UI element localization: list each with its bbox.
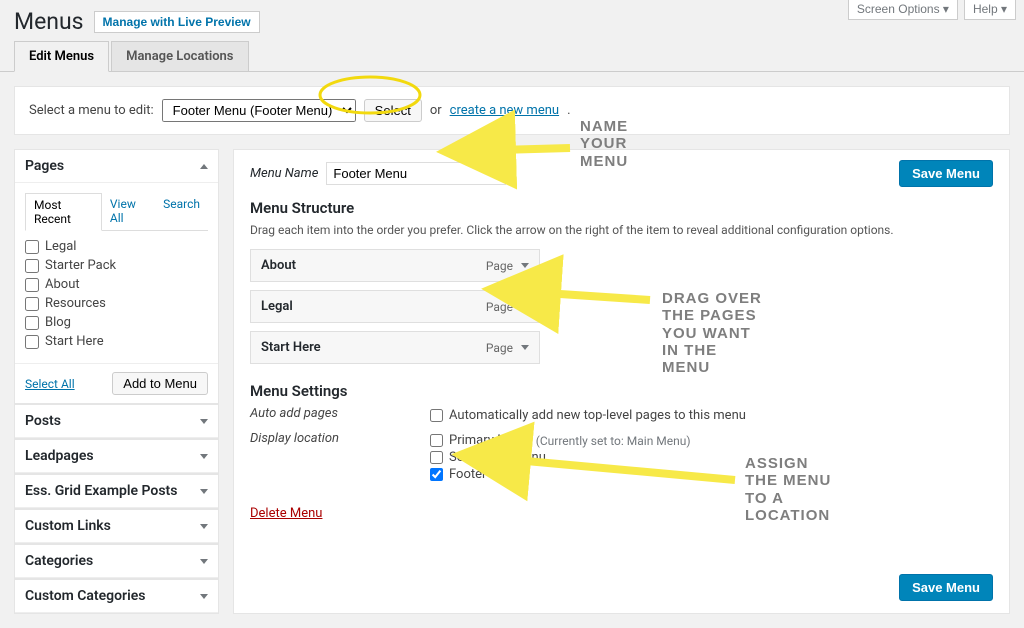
save-menu-button-top[interactable]: Save Menu — [899, 160, 993, 187]
menu-item-type: Page — [486, 259, 513, 273]
menu-item-title: About — [261, 258, 296, 273]
page-item: Starter Pack — [25, 258, 208, 273]
manage-live-preview-button[interactable]: Manage with Live Preview — [94, 11, 260, 33]
accordion-header[interactable]: Categories — [15, 545, 218, 578]
inner-tab-recent[interactable]: Most Recent — [25, 193, 102, 231]
menu-item[interactable]: About Page — [250, 249, 540, 282]
auto-add-label: Auto add pages — [250, 406, 430, 421]
caret-down-icon[interactable] — [521, 345, 529, 350]
caret-down-icon[interactable] — [521, 263, 529, 268]
inner-tab-search[interactable]: Search — [155, 193, 208, 230]
page-item: Resources — [25, 296, 208, 311]
location-checkbox[interactable] — [430, 468, 443, 481]
or-text: or — [430, 103, 442, 118]
accordion-title: Leadpages — [25, 448, 94, 464]
location-checkbox[interactable] — [430, 434, 443, 447]
location-option: Primary Menu (Currently set to: Main Men… — [430, 433, 691, 448]
menu-item-title: Legal — [261, 299, 293, 314]
select-button[interactable]: Select — [364, 99, 422, 122]
page-item: Start Here — [25, 334, 208, 349]
auto-add-checkbox[interactable] — [430, 409, 443, 422]
menu-item[interactable]: Start Here Page — [250, 331, 540, 364]
accordion-header[interactable]: Custom Links — [15, 510, 218, 543]
accordion-title: Posts — [25, 413, 61, 429]
select-menu-label: Select a menu to edit: — [29, 103, 154, 118]
menu-item-title: Start Here — [261, 340, 321, 355]
inner-tab-viewall[interactable]: View All — [102, 193, 155, 230]
save-menu-button-bottom[interactable]: Save Menu — [899, 574, 993, 601]
caret-down-icon — [200, 594, 208, 599]
page-checkbox[interactable] — [25, 278, 39, 292]
accordion-title: Ess. Grid Example Posts — [25, 483, 177, 499]
accordion-title: Custom Categories — [25, 588, 145, 604]
location-checkbox[interactable] — [430, 451, 443, 464]
caret-down-icon — [200, 524, 208, 529]
pages-checklist: Legal Starter Pack About Resources Blog … — [25, 239, 208, 349]
accordion-title: Custom Links — [25, 518, 111, 534]
page-checkbox[interactable] — [25, 316, 39, 330]
period: . — [567, 103, 570, 118]
page-item: Legal — [25, 239, 208, 254]
add-to-menu-button[interactable]: Add to Menu — [112, 372, 208, 395]
menu-item[interactable]: Legal Page — [250, 290, 540, 323]
menu-item-type: Page — [486, 341, 513, 355]
caret-up-icon — [200, 164, 208, 169]
page-checkbox[interactable] — [25, 259, 39, 273]
auto-add-option: Automatically add new top-level pages to… — [430, 408, 746, 423]
screen-options-button[interactable]: Screen Options ▾ — [848, 0, 958, 20]
page-title: Menus — [14, 8, 84, 35]
settings-title: Menu Settings — [250, 382, 993, 400]
tab-manage-locations[interactable]: Manage Locations — [111, 41, 248, 71]
page-checkbox[interactable] — [25, 297, 39, 311]
help-button[interactable]: Help ▾ — [964, 0, 1016, 20]
location-option: Footer Menu — [430, 467, 691, 482]
select-all-link[interactable]: Select All — [25, 377, 75, 391]
caret-down-icon[interactable] — [521, 304, 529, 309]
menu-select[interactable]: Footer Menu (Footer Menu) — [162, 99, 356, 122]
menu-name-label: Menu Name — [250, 166, 318, 181]
create-new-menu-link[interactable]: create a new menu — [450, 103, 559, 118]
page-checkbox[interactable] — [25, 335, 39, 349]
menu-item-type: Page — [486, 300, 513, 314]
accordion-header[interactable]: Leadpages — [15, 440, 218, 473]
delete-menu-link[interactable]: Delete Menu — [250, 506, 322, 521]
page-item: Blog — [25, 315, 208, 330]
pages-accordion-header[interactable]: Pages — [15, 150, 218, 183]
structure-title: Menu Structure — [250, 199, 993, 217]
tab-edit-menus[interactable]: Edit Menus — [14, 41, 109, 72]
page-checkbox[interactable] — [25, 240, 39, 254]
pages-title: Pages — [25, 158, 64, 174]
display-location-label: Display location — [250, 431, 430, 446]
caret-down-icon — [200, 559, 208, 564]
caret-down-icon — [200, 454, 208, 459]
caret-down-icon — [200, 419, 208, 424]
caret-down-icon — [200, 489, 208, 494]
page-item: About — [25, 277, 208, 292]
accordion-header[interactable]: Ess. Grid Example Posts — [15, 475, 218, 508]
accordion-header[interactable]: Posts — [15, 405, 218, 438]
accordion-title: Categories — [25, 553, 93, 569]
menu-name-input[interactable] — [326, 162, 506, 185]
structure-hint: Drag each item into the order you prefer… — [250, 223, 993, 237]
accordion-header[interactable]: Custom Categories — [15, 580, 218, 613]
location-option: Secondary Menu — [430, 450, 691, 465]
